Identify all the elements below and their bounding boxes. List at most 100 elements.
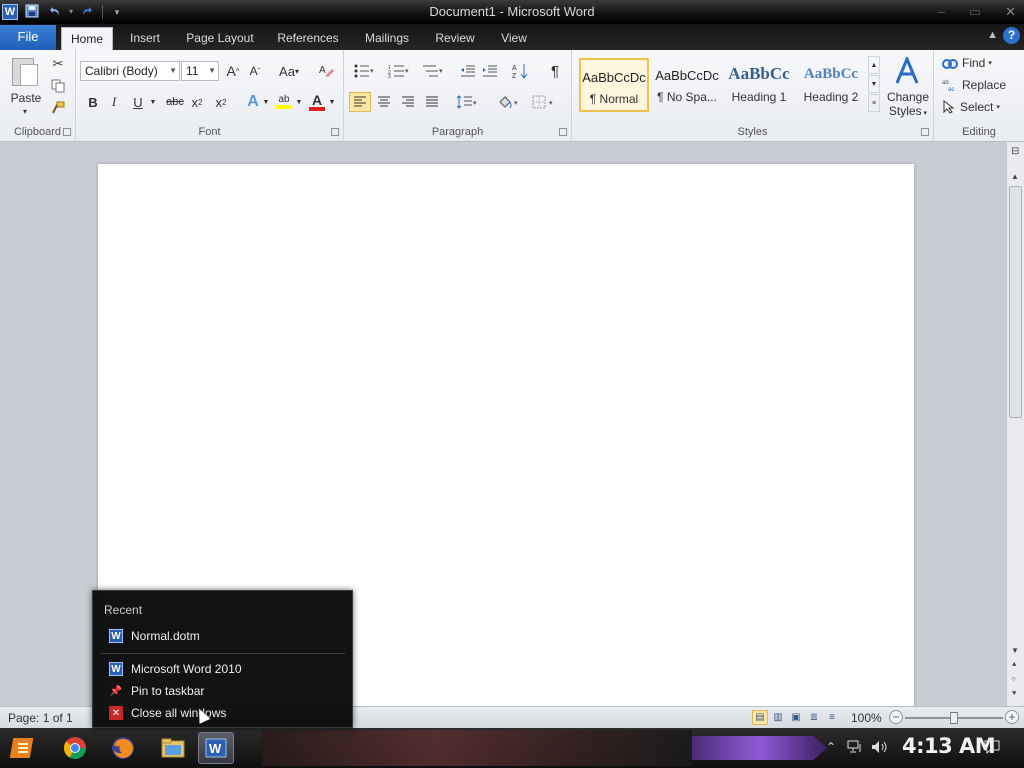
change-styles-button[interactable]: Change Styles ▾ [884,90,932,120]
vertical-scrollbar[interactable]: ⊟ ▲ ▼ ⯅ ○ ⯆ [1006,142,1024,706]
text-effects-dropdown-icon[interactable]: ▼ [262,96,270,108]
underline-dropdown-icon[interactable]: ▼ [149,96,157,108]
close-all-windows-item[interactable]: ✕ Close all windows [101,703,345,723]
close-icon[interactable]: ✕ [1005,4,1016,20]
show-marks-button[interactable]: ¶ [546,62,564,80]
tab-insert[interactable]: Insert [120,27,170,50]
shrink-font-button[interactable]: Aˇ [246,62,264,80]
clear-formatting-icon[interactable]: A [316,60,336,80]
text-effects-button[interactable]: A [244,92,262,112]
open-word-item[interactable]: W Microsoft Word 2010 [101,659,345,679]
numbering-icon[interactable]: 1 2 3 ▾ [386,62,412,80]
bold-button[interactable]: B [84,92,102,112]
font-launcher-icon[interactable] [331,128,339,136]
styles-scroll-up-icon[interactable]: ▲ [868,56,880,74]
subscript-button[interactable]: x2 [188,92,206,112]
change-styles-icon[interactable] [890,56,924,86]
align-center-icon[interactable] [374,92,394,112]
tab-home[interactable]: Home [61,27,113,50]
tab-references[interactable]: References [270,27,346,50]
full-screen-reading-view-icon[interactable]: ▥ [770,710,786,725]
replace-button[interactable]: ab ac Replace [942,76,1014,94]
sort-icon[interactable]: AZ [510,62,532,80]
grow-font-button[interactable]: A ^ [224,62,242,80]
paste-dropdown-icon[interactable]: ▾ [18,106,32,116]
browse-object-icon[interactable]: ○ [1011,674,1016,683]
style-heading-2[interactable]: AaBbCc Heading 2 [796,58,866,112]
help-icon[interactable]: ? [1003,27,1020,44]
volume-icon[interactable] [871,740,889,757]
network-icon[interactable] [847,740,863,757]
tab-mailings[interactable]: Mailings [356,27,418,50]
ruler-toggle-icon[interactable]: ⊟ [1011,146,1019,157]
zoom-level[interactable]: 100% [851,711,882,725]
justify-icon[interactable] [422,92,442,112]
pin-to-taskbar-item[interactable]: 📌 Pin to taskbar [101,681,345,701]
zoom-slider-thumb[interactable] [950,712,958,724]
scroll-thumb[interactable] [1009,186,1022,418]
styles-more-icon[interactable]: ≡ [868,94,880,112]
font-color-button[interactable]: A [308,92,326,112]
explorer-icon[interactable] [155,732,191,764]
increase-indent-icon[interactable] [480,62,500,80]
shading-icon[interactable]: ▾ [494,92,522,112]
firefox-icon[interactable] [105,732,141,764]
zoom-out-button[interactable]: − [889,710,903,724]
tab-review[interactable]: Review [428,27,482,50]
font-size-combo[interactable]: 11 ▼ [181,61,219,81]
paste-icon[interactable] [10,56,42,86]
select-button[interactable]: Select ▾ [942,98,1014,116]
clipboard-launcher-icon[interactable] [63,128,71,136]
font-color-dropdown-icon[interactable]: ▼ [328,96,336,108]
underline-button[interactable]: U [130,92,146,112]
tab-file[interactable]: File [0,25,56,50]
find-button[interactable]: Find ▾ [942,54,1008,72]
clock[interactable]: 4:13 AM [902,734,996,758]
highlight-dropdown-icon[interactable]: ▼ [295,96,303,108]
start-icon[interactable] [6,732,42,764]
next-page-icon[interactable]: ⯆ [1011,689,1017,699]
paragraph-launcher-icon[interactable] [559,128,567,136]
show-hidden-icons[interactable]: ⌃ [826,740,836,754]
minimize-ribbon-icon[interactable]: ▲ [987,29,998,41]
decrease-indent-icon[interactable] [458,62,478,80]
previous-page-icon[interactable]: ⯅ [1011,660,1017,670]
outline-view-icon[interactable]: ≣ [806,710,822,725]
font-family-combo[interactable]: Calibri (Body) ▼ [80,61,180,81]
italic-button[interactable]: I [106,92,122,112]
copy-icon[interactable] [50,78,66,94]
align-right-icon[interactable] [398,92,418,112]
styles-launcher-icon[interactable] [921,128,929,136]
styles-scroll-down-icon[interactable]: ▼ [868,75,880,93]
format-painter-icon[interactable] [50,100,66,116]
tab-page-layout[interactable]: Page Layout [180,27,260,50]
maximize-icon[interactable]: ▭ [969,4,981,20]
scroll-down-icon[interactable]: ▼ [1011,646,1019,655]
line-spacing-icon[interactable]: ▾ [454,92,480,112]
zoom-in-button[interactable]: + [1005,710,1019,724]
minimize-icon[interactable]: – [938,4,945,20]
recent-item[interactable]: W Normal.dotm [101,626,345,646]
superscript-button[interactable]: x2 [212,92,230,112]
action-center-icon[interactable] [984,740,1000,757]
print-layout-view-icon[interactable]: ▤ [752,710,768,725]
highlight-button[interactable]: ab [274,92,294,112]
strikethrough-button[interactable]: abc [164,92,186,112]
web-layout-view-icon[interactable]: ▣ [788,710,804,725]
word-taskbar-icon[interactable]: W [198,732,234,764]
chrome-icon[interactable] [57,732,93,764]
cut-icon[interactable]: ✂ [50,56,66,72]
borders-icon[interactable]: ▾ [530,92,558,112]
change-case-button[interactable]: Aa ▾ [276,62,302,80]
tab-view[interactable]: View [492,27,536,50]
style-heading-1[interactable]: AaBbCc Heading 1 [724,58,794,112]
draft-view-icon[interactable]: ≡ [824,710,840,725]
scroll-up-icon[interactable]: ▲ [1011,172,1019,181]
style-no-spacing[interactable]: AaBbCcDc ¶ No Spa... [652,58,722,112]
align-left-icon[interactable] [349,92,371,112]
multilevel-list-icon[interactable]: ▾ [420,62,446,80]
bullets-icon[interactable]: ▾ [352,62,376,80]
page-info[interactable]: Page: 1 of 1 [8,711,73,725]
style-normal[interactable]: AaBbCcDc ¶ Normal [579,58,649,112]
paste-button[interactable]: Paste [6,90,46,106]
